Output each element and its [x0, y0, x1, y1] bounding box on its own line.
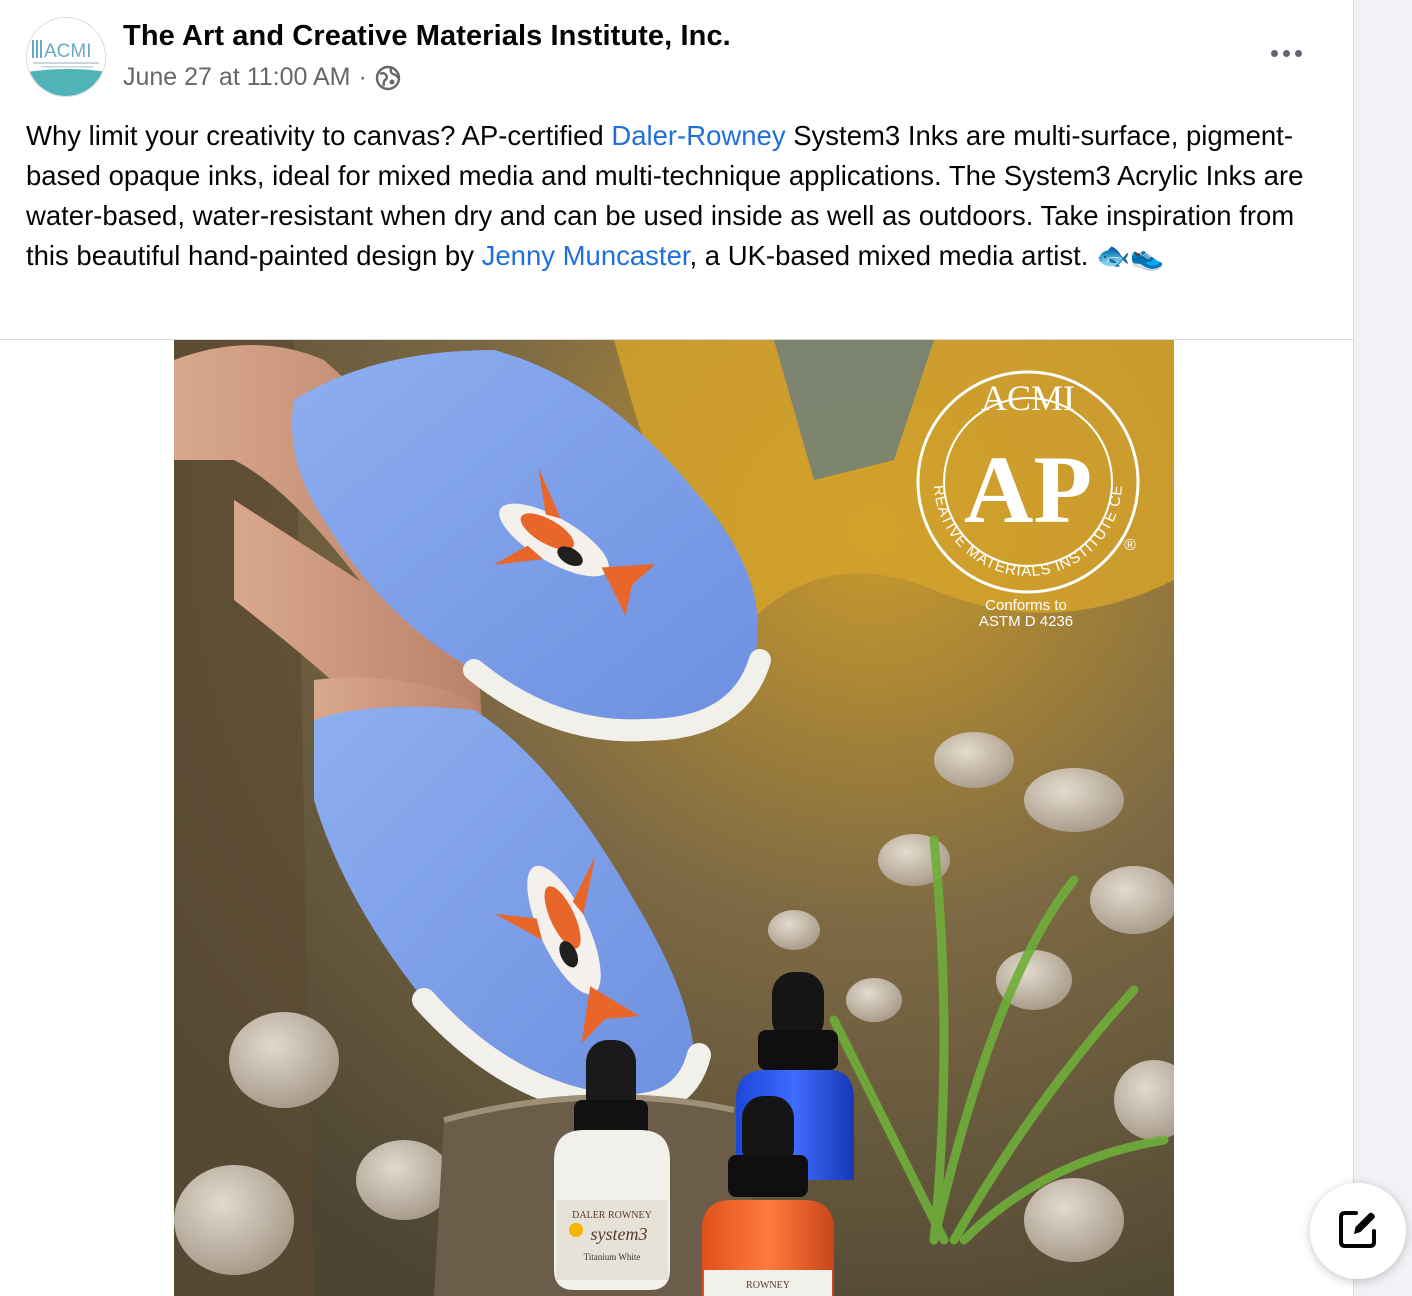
post-message: Why limit your creativity to canvas? AP-… [26, 116, 1332, 276]
meta-separator: · [358, 63, 367, 91]
photo-container: DALER ROWNEY system3 Titanium White ROWN… [0, 340, 1353, 1296]
jenny-muncaster-link[interactable]: Jenny Muncaster [482, 240, 690, 271]
white-bottle-color: Titanium White [584, 1252, 641, 1262]
more-options-button[interactable] [1262, 34, 1310, 72]
post-text-segment: Why limit your creativity to canvas? AP-… [26, 120, 612, 151]
globe-icon[interactable] [375, 65, 401, 91]
seal-acmi-text: ACMI [981, 378, 1075, 418]
orange-bottle-brand: ROWNEY [746, 1280, 790, 1291]
white-bottle-product: system3 [591, 1224, 648, 1244]
post-text-segment: , a UK-based mixed media artist. [689, 240, 1097, 271]
more-options-icon-dot [1294, 49, 1302, 57]
post-card: ACMI The Art and Creative Materials Inst… [0, 0, 1354, 1296]
right-gutter [1355, 0, 1412, 1296]
seal-ap-text: AP [964, 436, 1092, 543]
more-options-icon-dot [1282, 49, 1290, 57]
compose-icon [1336, 1207, 1380, 1256]
compose-button[interactable] [1310, 1183, 1406, 1279]
seal-registered-mark: ® [1124, 537, 1136, 554]
post-timestamp[interactable]: June 27 at 11:00 AM [123, 63, 350, 92]
seal-conforms-line2: ASTM D 4236 [979, 613, 1073, 630]
daler-rowney-link[interactable]: Daler-Rowney [611, 120, 785, 151]
seal-conforms-line1: Conforms to [985, 597, 1067, 614]
page-name-link[interactable]: The Art and Creative Materials Institute… [123, 20, 731, 53]
avatar-logo-text: ACMI [44, 41, 92, 62]
post-meta: June 27 at 11:00 AM · [123, 63, 401, 92]
page-avatar[interactable]: ACMI [26, 17, 106, 97]
emoji-fish-shoe: 🐟👟 [1096, 240, 1165, 271]
more-options-icon [1270, 49, 1278, 57]
white-bottle-brand: DALER ROWNEY [572, 1210, 652, 1221]
post-photo[interactable]: DALER ROWNEY system3 Titanium White ROWN… [174, 340, 1174, 1296]
